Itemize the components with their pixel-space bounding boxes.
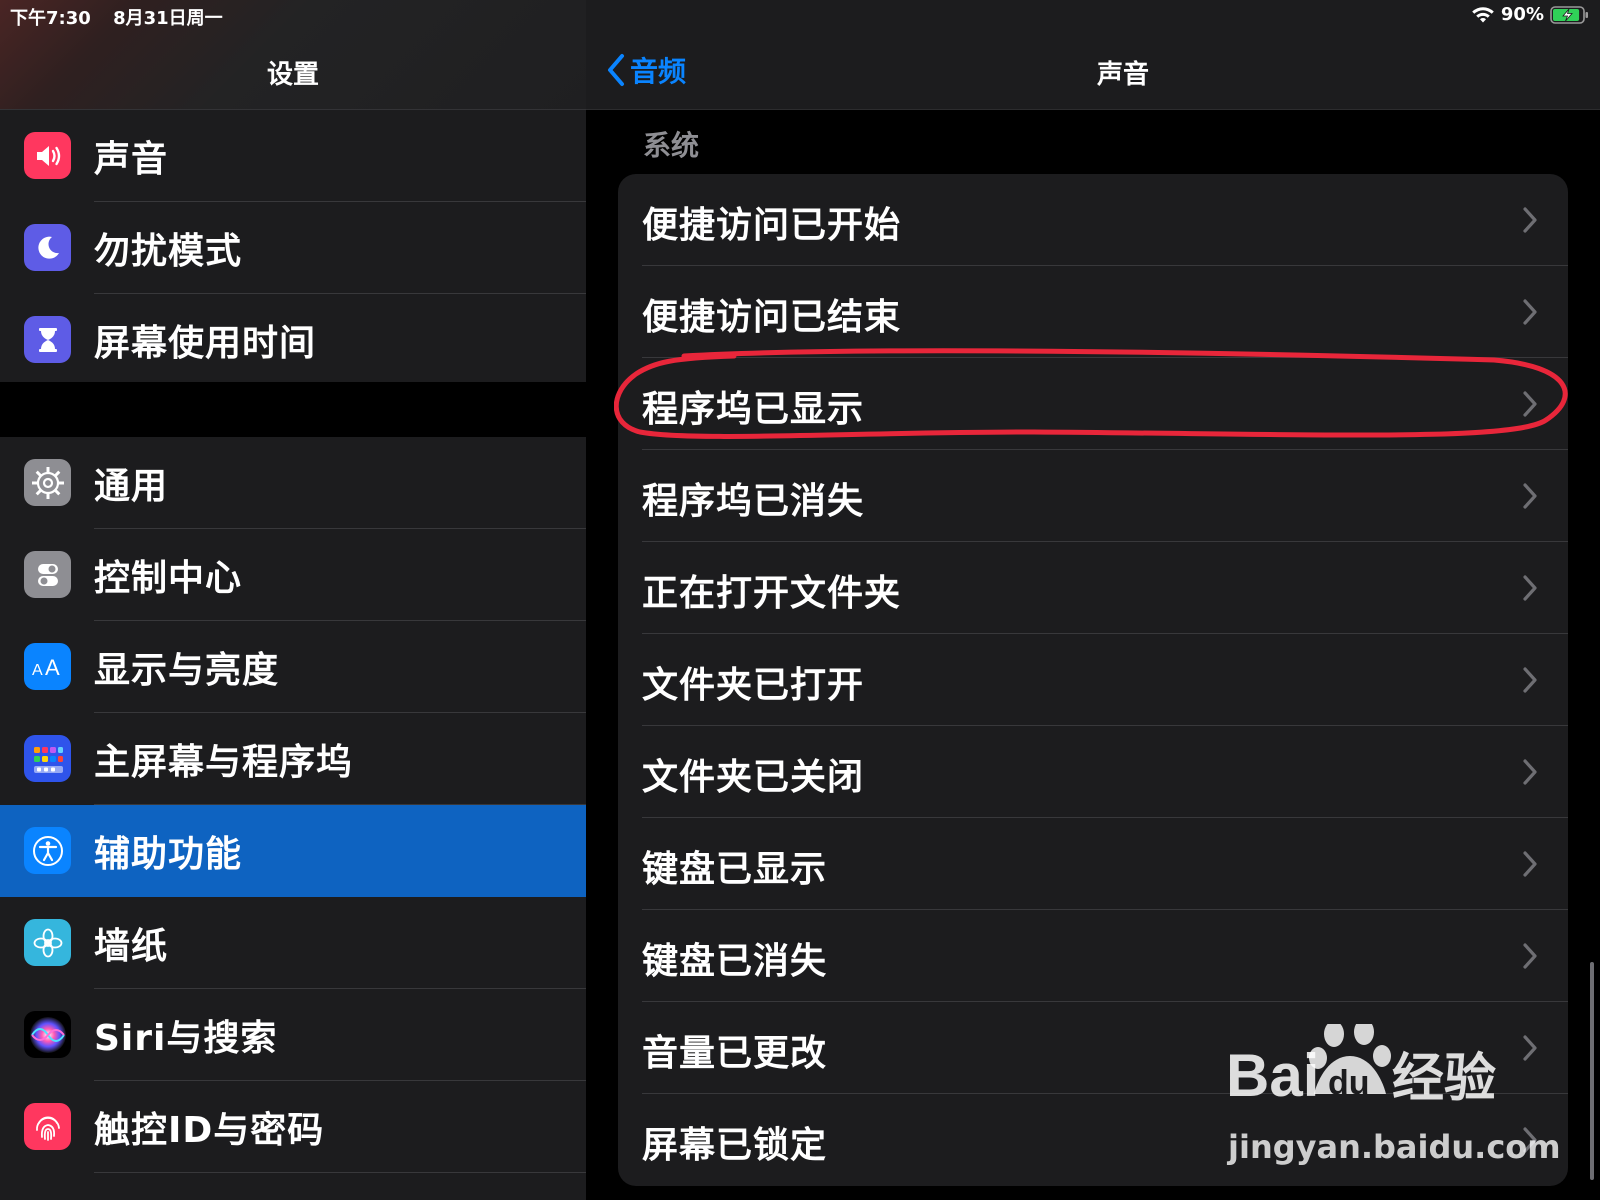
app-grid-icon (24, 735, 71, 782)
sound-list-item-label: 便捷访问已开始 (642, 205, 902, 246)
sidebar-group-gap (0, 382, 586, 437)
chevron-right-icon (1523, 1035, 1537, 1061)
sidebar-item[interactable]: 勿扰模式 (0, 202, 586, 294)
svg-text:A: A (32, 662, 43, 679)
sound-list-item-label: 程序坞已显示 (642, 389, 865, 430)
flower-icon (24, 919, 71, 966)
row-divider (94, 1172, 586, 1173)
sound-list-item-label: 程序坞已消失 (642, 481, 865, 522)
sound-list: 便捷访问已开始 便捷访问已结束 程序坞已显示 程序坞已消失 正在打开文件夹 文件夹已打开文… (618, 174, 1568, 1186)
status-bar-right: 90% (1471, 4, 1590, 25)
chevron-right-icon (1523, 207, 1537, 233)
scrollbar[interactable] (1590, 962, 1594, 1180)
sound-list-item-label: 键盘已显示 (642, 849, 828, 890)
sound-list-item-label: 文件夹已关闭 (642, 757, 865, 798)
sound-list-item[interactable]: 便捷访问已结束 (618, 266, 1568, 358)
sidebar-item[interactable]: 墙纸 (0, 897, 586, 989)
sidebar-item[interactable]: 主屏幕与程序坞 (0, 713, 586, 805)
sidebar-item-label: 勿扰模式 (94, 231, 243, 272)
chevron-right-icon (1523, 483, 1537, 509)
status-bar-left: 下午7:30 8月31日周一 (10, 4, 223, 30)
chevron-right-icon (1523, 1127, 1537, 1153)
sidebar-item[interactable]: Siri与搜索 (0, 989, 586, 1081)
sidebar-item-label: 主屏幕与程序坞 (94, 742, 354, 783)
chevron-right-icon (1523, 575, 1537, 601)
sidebar-item[interactable]: 辅助功能 (0, 805, 586, 897)
sidebar-title: 设置 (266, 60, 319, 90)
sound-list-item-label: 正在打开文件夹 (642, 573, 902, 614)
chevron-right-icon (1523, 759, 1537, 785)
sidebar-item-label: 通用 (94, 466, 169, 507)
sound-list-item[interactable]: 音量已更改 (618, 1002, 1568, 1094)
sidebar-item-label: 显示与亮度 (94, 650, 280, 691)
sound-list-item[interactable]: 键盘已消失 (618, 910, 1568, 1002)
gear-icon (24, 459, 71, 506)
chevron-right-icon (1523, 667, 1537, 693)
sound-list-item[interactable]: 键盘已显示 (618, 818, 1568, 910)
sidebar-item-label: 墙纸 (94, 926, 169, 967)
sidebar-header: 下午7:30 8月31日周一 设置 (0, 0, 586, 110)
sidebar-item-label: 辅助功能 (94, 834, 243, 875)
sound-list-item[interactable]: 文件夹已打开 (618, 634, 1568, 726)
sidebar-item[interactable]: A A 显示与亮度 (0, 621, 586, 713)
sidebar-item[interactable]: 触控ID与密码 (0, 1081, 586, 1173)
section-header: 系统 (643, 129, 700, 162)
chevron-right-icon (1523, 851, 1537, 877)
battery-percent: 90% (1500, 4, 1544, 25)
hourglass-icon (24, 316, 71, 363)
siri-icon (24, 1011, 71, 1058)
sound-list-item-label: 文件夹已打开 (642, 665, 865, 706)
sidebar-item[interactable]: 控制中心 (0, 529, 586, 621)
battery-charging-icon (1550, 5, 1588, 24)
svg-text:A: A (45, 655, 60, 680)
detail-header: 90% 音频 声音 (586, 0, 1600, 110)
sidebar-item[interactable]: 通用 (0, 437, 586, 529)
sidebar-item-label: 屏幕使用时间 (94, 323, 317, 364)
fingerprint-icon (24, 1103, 71, 1150)
sound-list-item[interactable]: 便捷访问已开始 (618, 174, 1568, 266)
speaker-icon (24, 132, 71, 179)
moon-icon (24, 224, 71, 271)
chevron-right-icon (1523, 943, 1537, 969)
status-date: 8月31日周一 (113, 8, 223, 29)
text-size-icon: AA (24, 643, 71, 690)
wifi-icon (1472, 6, 1494, 22)
page-title: 声音 (1096, 60, 1149, 90)
toggles-icon (24, 551, 71, 598)
settings-sidebar: 下午7:30 8月31日周一 设置 声音勿扰模式屏幕使用时间 通用控制中心 A A 显… (0, 0, 586, 1200)
accessibility-icon (24, 827, 71, 874)
sound-list-item[interactable]: 文件夹已关闭 (618, 726, 1568, 818)
sidebar-item-label: Siri与搜索 (94, 1018, 278, 1059)
sidebar-group-2: 通用控制中心 A A 显示与亮度主屏幕与程序坞 辅助功能墙纸 Siri与搜索触控ID与密码 (0, 437, 586, 1173)
sound-list-item-label: 便捷访问已结束 (642, 297, 902, 338)
chevron-right-icon (1523, 391, 1537, 417)
sidebar-item-label: 触控ID与密码 (94, 1110, 325, 1151)
sound-list-item-label: 键盘已消失 (642, 941, 828, 982)
sound-list-item[interactable]: 屏幕已锁定 (618, 1094, 1568, 1186)
chevron-right-icon (1523, 299, 1537, 325)
sidebar-group-1: 声音勿扰模式屏幕使用时间 (0, 110, 586, 386)
status-time: 下午7:30 (10, 8, 91, 29)
detail-pane: 90% 音频 声音 系统 便捷访问已开始 便捷访问已结束 程序坞已显示 程序坞已消失正… (586, 0, 1600, 1200)
sidebar-item[interactable]: 声音 (0, 110, 586, 202)
sound-list-item-label: 音量已更改 (642, 1033, 828, 1074)
sound-list-item[interactable]: 程序坞已显示 (618, 358, 1568, 450)
sound-list-item[interactable]: 正在打开文件夹 (618, 542, 1568, 634)
sound-list-item[interactable]: 程序坞已消失 (618, 450, 1568, 542)
sound-list-item-label: 屏幕已锁定 (642, 1125, 828, 1166)
sidebar-item-label: 声音 (94, 139, 169, 180)
sidebar-item-label: 控制中心 (94, 558, 243, 599)
sidebar-item[interactable]: 屏幕使用时间 (0, 294, 586, 386)
